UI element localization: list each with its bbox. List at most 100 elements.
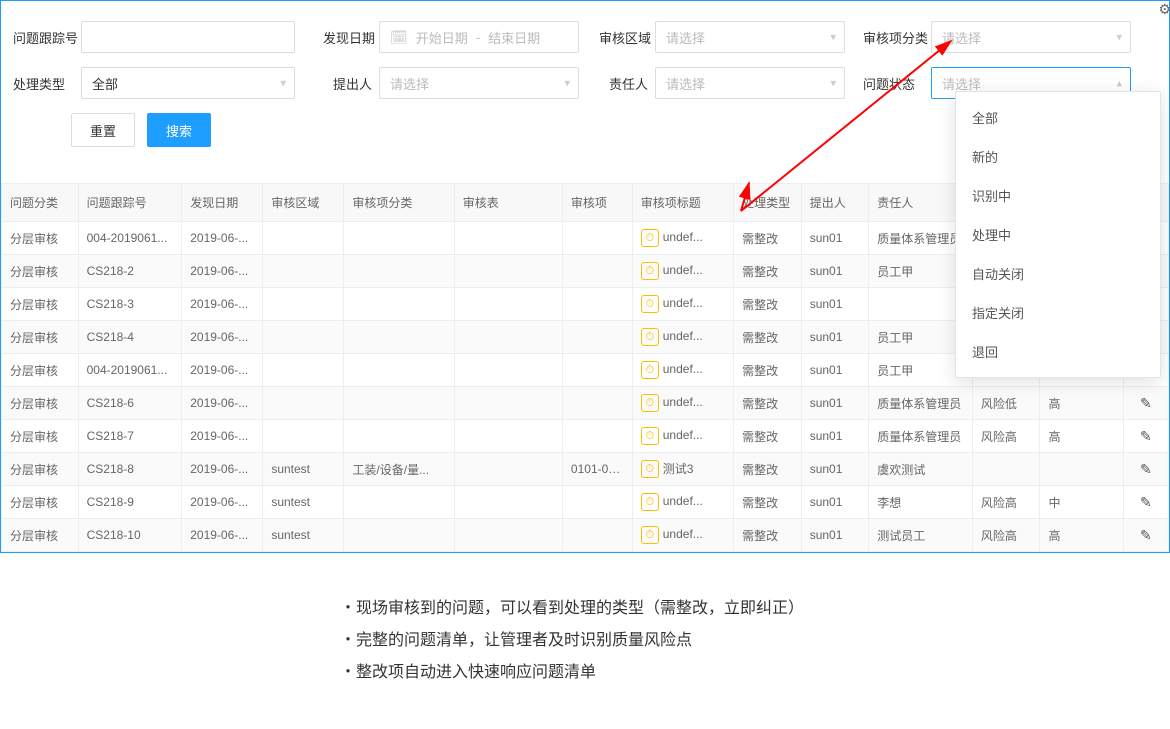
cell: 分层审核 <box>2 519 79 552</box>
tracking-no-input[interactable] <box>81 21 295 53</box>
cell: 分层审核 <box>2 354 79 387</box>
clock-icon: ⏱ <box>641 427 659 445</box>
table-row[interactable]: 分层审核CS218-82019-06-...suntest工装/设备/量...0… <box>2 453 1169 486</box>
status-option[interactable]: 识别中 <box>956 176 1160 215</box>
col-header: 提出人 <box>801 184 869 222</box>
cell: 需整改 <box>734 387 802 420</box>
cell: sun01 <box>801 321 869 354</box>
search-button[interactable]: 搜索 <box>147 113 211 147</box>
cell: 004-2019061... <box>78 354 182 387</box>
cell: ✎ <box>1123 519 1168 552</box>
footnote: ・现场审核到的问题，可以看到处理的类型（需整改，立即纠正） <box>340 593 1170 625</box>
status-option[interactable]: 新的 <box>956 137 1160 176</box>
chevron-down-icon: ▾ <box>280 77 286 90</box>
cell: 2019-06-... <box>182 288 263 321</box>
cell: 测试员工 <box>869 519 973 552</box>
cell: 李想 <box>869 486 973 519</box>
clock-icon: ⏱ <box>641 526 659 544</box>
col-header: 审核项 <box>562 184 632 222</box>
cell <box>562 420 632 453</box>
edit-icon[interactable]: ✎ <box>1132 395 1160 412</box>
cell: 需整改 <box>734 222 802 255</box>
cell <box>263 222 344 255</box>
date-range-picker[interactable]: 🗓 开始日期 - 结束日期 <box>379 21 579 53</box>
cell <box>454 519 562 552</box>
cell: ⏱undef... <box>632 387 733 420</box>
status-option[interactable]: 退回 <box>956 332 1160 371</box>
cell <box>344 321 454 354</box>
cell <box>454 486 562 519</box>
cell <box>562 486 632 519</box>
cell: 高 <box>1040 387 1123 420</box>
cell <box>344 387 454 420</box>
cell: sun01 <box>801 486 869 519</box>
label-owner: 责任人 <box>609 74 655 93</box>
cell: 需整改 <box>734 420 802 453</box>
label-handle-type: 处理类型 <box>13 74 81 93</box>
cell: ⏱undef... <box>632 255 733 288</box>
label-audit-area: 审核区域 <box>599 28 655 47</box>
cell: 需整改 <box>734 519 802 552</box>
cell: 分层审核 <box>2 288 79 321</box>
label-submitter: 提出人 <box>333 74 379 93</box>
col-header: 发现日期 <box>182 184 263 222</box>
cell: CS218-2 <box>78 255 182 288</box>
status-option[interactable]: 自动关闭 <box>956 254 1160 293</box>
cell: ⏱undef... <box>632 519 733 552</box>
cell: 分层审核 <box>2 222 79 255</box>
cell <box>562 519 632 552</box>
cell: suntest <box>263 486 344 519</box>
cell: sun01 <box>801 387 869 420</box>
cell <box>562 222 632 255</box>
cell: 分层审核 <box>2 321 79 354</box>
label-tracking-no: 问题跟踪号 <box>13 28 81 47</box>
footnote: ・完整的问题清单，让管理者及时识别质量风险点 <box>340 625 1170 657</box>
col-header: 问题跟踪号 <box>78 184 182 222</box>
cell <box>454 222 562 255</box>
chevron-down-icon: ▾ <box>830 31 836 44</box>
cell: ✎ <box>1123 453 1168 486</box>
reset-button[interactable]: 重置 <box>71 113 135 147</box>
cell: 2019-06-... <box>182 486 263 519</box>
audit-area-select[interactable]: 请选择 ▾ <box>655 21 845 53</box>
footnotes: ・现场审核到的问题，可以看到处理的类型（需整改，立即纠正） ・完整的问题清单，让… <box>340 593 1170 689</box>
cell: 2019-06-... <box>182 255 263 288</box>
cell: sun01 <box>801 354 869 387</box>
cell: 工装/设备/量... <box>344 453 454 486</box>
col-header: 审核表 <box>454 184 562 222</box>
cell: ⏱undef... <box>632 288 733 321</box>
table-row[interactable]: 分层审核CS218-62019-06-...⏱undef...需整改sun01质… <box>2 387 1169 420</box>
edit-icon[interactable]: ✎ <box>1132 527 1160 544</box>
cell: ✎ <box>1123 486 1168 519</box>
handle-type-select[interactable]: 全部 ▾ <box>81 67 295 99</box>
date-end-ph: 结束日期 <box>488 28 540 47</box>
cell: ⏱undef... <box>632 321 733 354</box>
cell: 高 <box>1040 519 1123 552</box>
gear-icon[interactable]: ⚙ <box>1158 1 1170 18</box>
cell: 分层审核 <box>2 387 79 420</box>
status-option[interactable]: 处理中 <box>956 215 1160 254</box>
cell: CS218-8 <box>78 453 182 486</box>
submitter-select[interactable]: 请选择 ▾ <box>379 67 579 99</box>
status-option[interactable]: 全部 <box>956 98 1160 137</box>
date-sep: - <box>476 30 480 45</box>
table-row[interactable]: 分层审核CS218-92019-06-...suntest⏱undef...需整… <box>2 486 1169 519</box>
table-row[interactable]: 分层审核CS218-102019-06-...suntest⏱undef...需… <box>2 519 1169 552</box>
cell: 2019-06-... <box>182 387 263 420</box>
cell: sun01 <box>801 288 869 321</box>
cell <box>972 453 1040 486</box>
edit-icon[interactable]: ✎ <box>1132 461 1160 478</box>
cell: 2019-06-... <box>182 354 263 387</box>
date-start-ph: 开始日期 <box>416 28 468 47</box>
cell: ⏱undef... <box>632 420 733 453</box>
edit-icon[interactable]: ✎ <box>1132 494 1160 511</box>
status-option[interactable]: 指定关闭 <box>956 293 1160 332</box>
audit-cat-select[interactable]: 请选择 ▾ <box>931 21 1131 53</box>
cell <box>454 453 562 486</box>
cell: 2019-06-... <box>182 453 263 486</box>
edit-icon[interactable]: ✎ <box>1132 428 1160 445</box>
cell: 需整改 <box>734 354 802 387</box>
table-row[interactable]: 分层审核CS218-72019-06-...⏱undef...需整改sun01质… <box>2 420 1169 453</box>
chevron-down-icon: ▾ <box>564 77 570 90</box>
owner-select[interactable]: 请选择 ▾ <box>655 67 845 99</box>
